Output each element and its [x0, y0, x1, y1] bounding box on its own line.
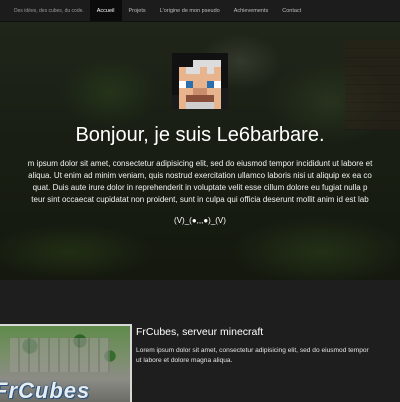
hero-text-line: m ipsum dolor sit amet, consectetur adip…: [27, 159, 373, 168]
project-description: Lorem ipsum dolor sit amet, consectetur …: [136, 346, 400, 366]
site-tagline[interactable]: Des idées, des cubes, du code.: [0, 0, 90, 21]
hero-emoticon: (V)_(●,,,●)_(V): [174, 216, 226, 225]
hero-banner: Bonjour, je suis Le6barbare. m ipsum dol…: [0, 22, 400, 280]
frcubes-thumbnail[interactable]: FrCubes: [0, 324, 132, 402]
hero-text-line: aliqua. Ut enim ad minim veniam, quis no…: [28, 171, 372, 180]
nav-item-contact[interactable]: Contact: [275, 0, 308, 21]
nav-item-projets[interactable]: Projets: [122, 0, 153, 21]
hero-text-line: quat. Duis aute irure dolor in reprehend…: [32, 183, 368, 192]
frcubes-logo-text: FrCubes: [0, 378, 91, 402]
hero-intro-text: m ipsum dolor sit amet, consectetur adip…: [0, 158, 400, 206]
project-title[interactable]: FrCubes, serveur minecraft: [136, 326, 263, 338]
hero-text-line: teur sint occaecat cupidatat non proiden…: [31, 195, 369, 204]
nav-item-origine-pseudo[interactable]: L'origine de mon pseudo: [153, 0, 227, 21]
nav-item-accueil[interactable]: Accueil: [89, 0, 122, 21]
nav-item-achievements[interactable]: Achievements: [227, 0, 276, 21]
hero-title: Bonjour, je suis Le6barbare.: [75, 124, 325, 146]
project-text-line: ut labore et dolore magna aliqua.: [136, 357, 233, 364]
minecraft-avatar-icon: [172, 53, 228, 109]
top-navbar: Des idées, des cubes, du code. Accueil P…: [0, 0, 400, 22]
projects-section: FrCubes FrCubes, serveur minecraft Lorem…: [0, 280, 400, 402]
project-text-line: Lorem ipsum dolor sit amet, consectetur …: [136, 347, 369, 354]
